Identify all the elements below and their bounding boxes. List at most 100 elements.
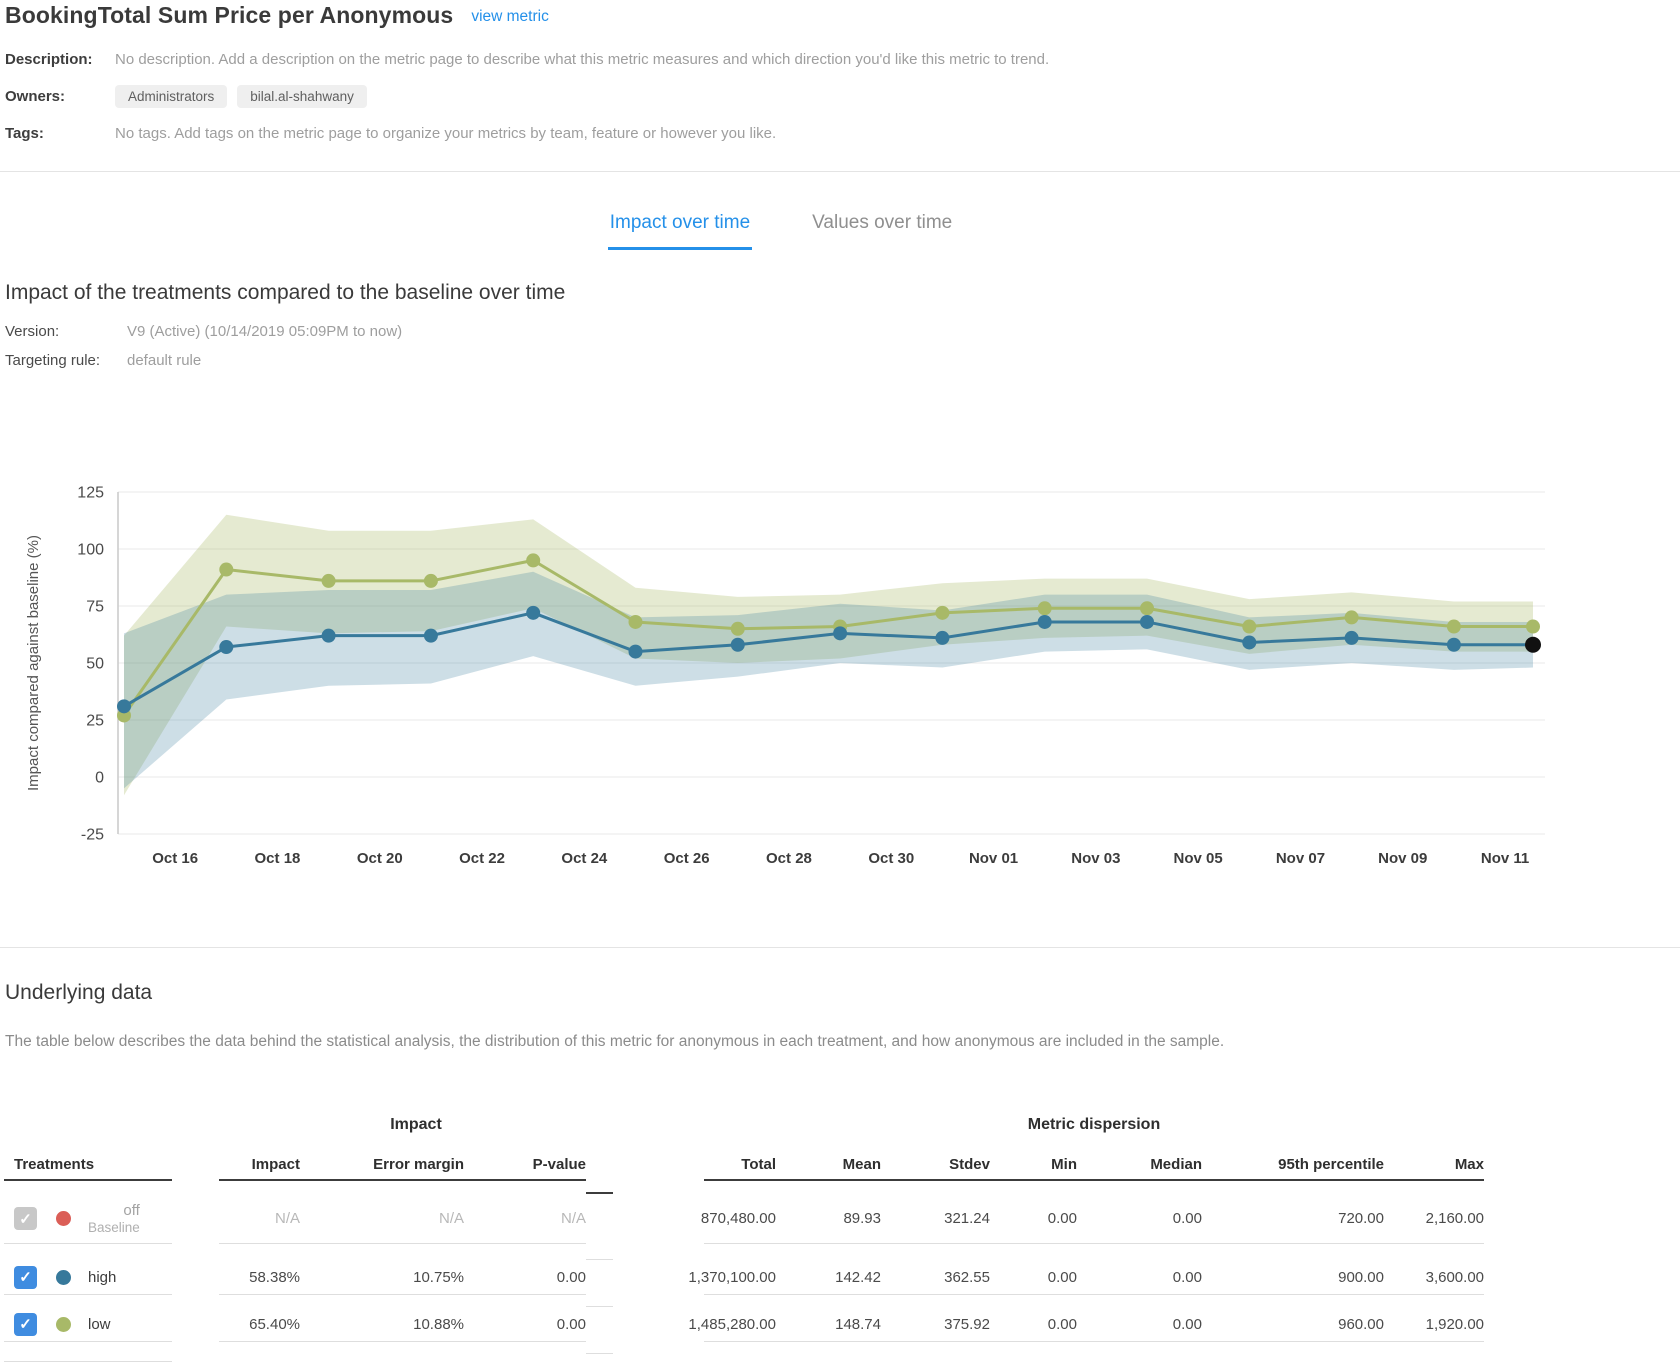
x-axis-tick-label: Oct 22 bbox=[459, 850, 505, 867]
cell-stdev: 375.92 bbox=[881, 1307, 990, 1342]
cell-impact: 58.38% bbox=[219, 1260, 300, 1295]
cell-total: 1,370,100.00 bbox=[704, 1260, 776, 1295]
x-axis-tick-label: Nov 05 bbox=[1174, 850, 1223, 867]
y-axis-tick-label: 125 bbox=[77, 485, 104, 502]
impact-over-time-chart[interactable]: 1251007550250-25Impact compared against … bbox=[0, 435, 1680, 875]
table-group-header-row: ImpactMetric dispersion bbox=[4, 1100, 1484, 1150]
view-metric-link[interactable]: view metric bbox=[471, 8, 549, 26]
data-point-low[interactable] bbox=[1038, 601, 1052, 615]
current-point-high[interactable] bbox=[1525, 637, 1541, 653]
cell-stdev: 362.55 bbox=[881, 1260, 990, 1295]
cell-total: 870,480.00 bbox=[704, 1194, 776, 1244]
description-value: No description. Add a description on the… bbox=[115, 48, 1049, 68]
x-axis-tick-label: Oct 18 bbox=[255, 850, 301, 867]
treatment-label-high: high bbox=[88, 1269, 116, 1286]
x-axis-tick-label: Oct 24 bbox=[561, 850, 608, 867]
data-point-high[interactable] bbox=[935, 631, 949, 645]
data-point-high[interactable] bbox=[526, 606, 540, 620]
treatment-checkbox-off[interactable]: ✓ bbox=[14, 1207, 37, 1230]
y-axis-tick-label: 75 bbox=[86, 599, 104, 616]
cell-pad bbox=[586, 1342, 613, 1354]
data-point-low[interactable] bbox=[1140, 601, 1154, 615]
y-axis-tick-label: 50 bbox=[86, 656, 104, 673]
treatment-cell-off: ✓ offBaseline bbox=[4, 1194, 172, 1244]
data-point-high[interactable] bbox=[833, 626, 847, 640]
column-header-impact: Impact bbox=[219, 1150, 300, 1181]
tab-impact-over-time[interactable]: Impact over time bbox=[608, 208, 752, 250]
data-point-high[interactable] bbox=[1038, 615, 1052, 629]
treatment-checkbox-high[interactable]: ✓ bbox=[14, 1266, 37, 1289]
cell-median: 0.00 bbox=[1077, 1260, 1202, 1295]
data-point-low[interactable] bbox=[1447, 620, 1461, 634]
data-point-high[interactable] bbox=[424, 629, 438, 643]
table-row-high: ✓high58.38%10.75%0.001,370,100.00142.423… bbox=[4, 1260, 1484, 1307]
cell-max: 1,920.00 bbox=[1384, 1307, 1484, 1342]
data-point-high[interactable] bbox=[629, 645, 643, 659]
version-info: Version: V9 (Active) (10/14/2019 05:09PM… bbox=[5, 323, 402, 381]
data-point-low[interactable] bbox=[1345, 610, 1359, 624]
targeting-rule-value: default rule bbox=[127, 352, 201, 369]
data-point-low[interactable] bbox=[424, 574, 438, 588]
column-header-error-margin: Error margin bbox=[300, 1150, 464, 1181]
underlying-data-title: Underlying data bbox=[5, 981, 152, 1005]
x-axis-tick-label: Nov 07 bbox=[1276, 850, 1325, 867]
data-point-low[interactable] bbox=[526, 553, 540, 567]
treatment-cell-low: ✓low bbox=[4, 1307, 172, 1342]
page-title: BookingTotal Sum Price per Anonymous bbox=[5, 2, 453, 29]
column-header-max: Max bbox=[1384, 1150, 1484, 1181]
y-axis-title: Impact compared against baseline (%) bbox=[25, 535, 42, 791]
treatment-color-dot-off bbox=[56, 1211, 71, 1226]
y-axis-tick-label: 0 bbox=[95, 770, 104, 787]
treatment-checkbox-low[interactable]: ✓ bbox=[14, 1313, 37, 1336]
data-point-high[interactable] bbox=[1242, 635, 1256, 649]
owners-label: Owners: bbox=[5, 85, 115, 105]
owner-badge: Administrators bbox=[115, 85, 227, 108]
cell-min: 0.00 bbox=[990, 1307, 1077, 1342]
column-header-stdev: Stdev bbox=[881, 1150, 990, 1181]
column-header-median: Median bbox=[1077, 1150, 1202, 1181]
treatment-label-off: offBaseline bbox=[88, 1202, 140, 1236]
y-axis-tick-label: -25 bbox=[81, 827, 104, 844]
x-axis-tick-label: Oct 16 bbox=[152, 850, 198, 867]
data-point-high[interactable] bbox=[117, 699, 131, 713]
column-header-treatments: Treatments bbox=[4, 1150, 172, 1181]
treatment-cell-high: ✓ high bbox=[4, 1260, 172, 1295]
table-row-off: ✓offBaselineN/AN/AN/A870,480.0089.93321.… bbox=[4, 1194, 1484, 1260]
data-point-high[interactable] bbox=[322, 629, 336, 643]
data-point-low[interactable] bbox=[731, 622, 745, 636]
x-axis-tick-label: Nov 03 bbox=[1071, 850, 1120, 867]
targeting-rule-label: Targeting rule: bbox=[5, 352, 127, 369]
page-header: BookingTotal Sum Price per Anonymous view… bbox=[5, 2, 549, 29]
data-point-high[interactable] bbox=[219, 640, 233, 654]
underlying-data-table: ImpactMetric dispersionTreatments ImpactE… bbox=[4, 1100, 1484, 1362]
tab-values-over-time[interactable]: Values over time bbox=[810, 208, 954, 250]
x-axis-tick-label: Nov 09 bbox=[1378, 850, 1427, 867]
cell-error-margin: 10.75% bbox=[300, 1260, 464, 1295]
description-label: Description: bbox=[5, 48, 115, 68]
column-header-total: Total bbox=[704, 1150, 776, 1181]
cell-p-value: 0.00 bbox=[464, 1307, 586, 1342]
x-axis-tick-label: Oct 28 bbox=[766, 850, 812, 867]
impact-section-title: Impact of the treatments compared to the… bbox=[5, 281, 565, 305]
data-point-high[interactable] bbox=[1140, 615, 1154, 629]
cell-95th-percentile: 960.00 bbox=[1202, 1307, 1384, 1342]
partial-next-row bbox=[4, 1354, 172, 1362]
cell-mean: 89.93 bbox=[776, 1194, 881, 1244]
header-divider bbox=[0, 171, 1680, 172]
underlying-data-description: The table below describes the data behin… bbox=[5, 1033, 1505, 1051]
data-point-low[interactable] bbox=[1242, 620, 1256, 634]
version-label: Version: bbox=[5, 323, 127, 340]
cell-min: 0.00 bbox=[990, 1194, 1077, 1244]
cell-95th-percentile: 900.00 bbox=[1202, 1260, 1384, 1295]
data-point-low[interactable] bbox=[629, 615, 643, 629]
data-point-low[interactable] bbox=[1526, 620, 1540, 634]
data-point-high[interactable] bbox=[1345, 631, 1359, 645]
column-header-mean: Mean bbox=[776, 1150, 881, 1181]
data-point-high[interactable] bbox=[1447, 638, 1461, 652]
data-point-low[interactable] bbox=[219, 563, 233, 577]
data-point-low[interactable] bbox=[935, 606, 949, 620]
cell-error-margin: 10.88% bbox=[300, 1307, 464, 1342]
data-point-high[interactable] bbox=[731, 638, 745, 652]
x-axis-tick-label: Nov 01 bbox=[969, 850, 1018, 867]
data-point-low[interactable] bbox=[322, 574, 336, 588]
